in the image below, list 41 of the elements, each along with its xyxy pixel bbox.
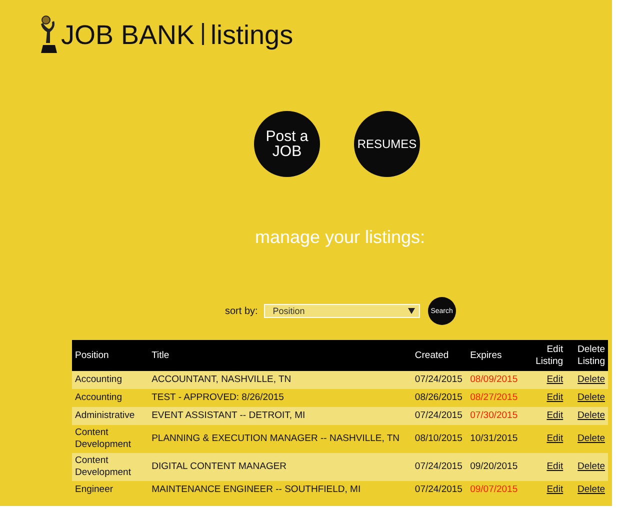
- table-cell: PLANNING & EXECUTION MANAGER -- NASHVILLE, TN: [148, 425, 412, 453]
- post-job-button[interactable]: Post a JOB: [254, 111, 320, 177]
- delete-link[interactable]: Delete: [578, 484, 605, 495]
- table-cell: 08/26/2015: [412, 389, 468, 407]
- table-cell: 10/31/2015: [467, 425, 526, 453]
- edit-link[interactable]: Edit: [546, 461, 564, 472]
- section-heading: manage your listings:: [254, 227, 426, 248]
- trophy-icon: [38, 15, 60, 55]
- delete-link[interactable]: Delete: [578, 433, 605, 444]
- edit-link[interactable]: Edit: [546, 392, 564, 403]
- table-cell: ACCOUNTANT, NASHVILLE, TN: [148, 371, 412, 389]
- delete-link[interactable]: Delete: [578, 392, 605, 403]
- table-cell: Administrative: [72, 407, 149, 425]
- edit-link[interactable]: Edit: [546, 433, 564, 444]
- table-cell: Content Development: [72, 425, 149, 453]
- column-header: Created: [412, 340, 468, 371]
- column-header: Edit Listing: [526, 340, 566, 371]
- table-cell: 09/20/2015: [467, 453, 526, 481]
- table-cell: Accounting: [72, 389, 149, 407]
- table-cell: EVENT ASSISTANT -- DETROIT, MI: [148, 407, 412, 425]
- table-cell: 07/24/2015: [412, 371, 468, 389]
- table-cell: 08/27/2015: [467, 389, 526, 407]
- dropdown-caret-icon: [408, 308, 415, 314]
- table-cell: Accounting: [72, 371, 149, 389]
- table-cell: 07/24/2015: [412, 407, 468, 425]
- sort-label: sort by:: [225, 306, 258, 316]
- table-cell: 07/24/2015: [412, 453, 468, 481]
- table-cell: 07/30/2015: [467, 407, 526, 425]
- edit-link[interactable]: Edit: [546, 484, 564, 495]
- resumes-button[interactable]: RESUMES: [354, 111, 420, 177]
- table-cell: TEST - APPROVED: 8/26/2015: [148, 389, 412, 407]
- column-header: Expires: [467, 340, 526, 371]
- site-title: JOB BANK listings: [61, 20, 294, 50]
- column-header: Title: [148, 340, 412, 371]
- table-cell: DIGITAL CONTENT MANAGER: [148, 453, 412, 481]
- table-cell: Content Development: [72, 453, 149, 481]
- table-cell: 08/09/2015: [467, 371, 526, 389]
- sort-dropdown[interactable]: Position: [264, 304, 420, 318]
- column-header: Delete Listing: [566, 340, 608, 371]
- table-cell: 08/10/2015: [412, 425, 468, 453]
- column-header: Position: [72, 340, 149, 371]
